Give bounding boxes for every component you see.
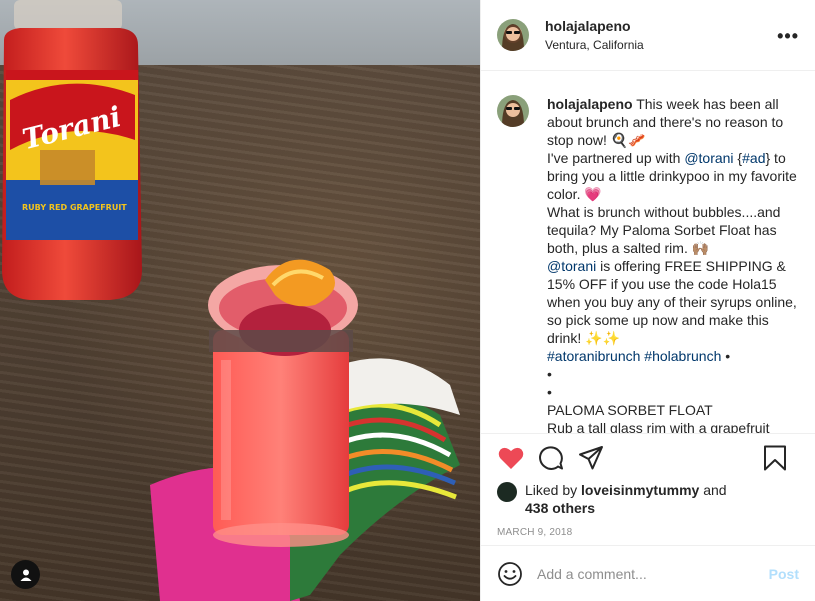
hashtag-link[interactable]: #atoranibrunch	[547, 348, 640, 364]
author-avatar[interactable]	[497, 19, 529, 51]
bottle-label-text: RUBY RED GRAPEFRUIT	[22, 203, 127, 212]
mention-link[interactable]: @torani	[547, 258, 596, 274]
caption-text: •	[547, 366, 552, 382]
caption-text: •	[721, 348, 731, 364]
hashtag-link[interactable]: #holabrunch	[644, 348, 721, 364]
post-dialog: Torani RUBY RED GRAPEFRUIT holajalapeno …	[0, 0, 815, 601]
share-icon[interactable]	[577, 444, 605, 472]
post-actions	[481, 433, 815, 481]
likes-others-link[interactable]: 438 others	[525, 500, 595, 516]
more-options-icon[interactable]: •••	[777, 26, 799, 47]
caption-text: PALOMA SORBET FLOAT	[547, 402, 713, 418]
hashtag-link[interactable]: #ad	[742, 150, 765, 166]
liker-avatar[interactable]	[497, 482, 517, 502]
caption-text: Rub a tall glass rim with a grapefruit	[547, 420, 770, 433]
likes-prefix: Liked by	[525, 482, 582, 498]
author-username[interactable]: holajalapeno	[545, 18, 644, 34]
smile-icon[interactable]	[497, 561, 523, 587]
post-side-panel: holajalapeno Ventura, California ••• hol…	[480, 0, 815, 601]
caption-text: •	[547, 384, 552, 400]
post-comment-button[interactable]: Post	[769, 566, 799, 582]
caption-text: {	[733, 150, 743, 166]
liker-username[interactable]: loveisinmytummy	[581, 482, 699, 498]
caption-text: What is brunch without bubbles....and te…	[547, 204, 781, 256]
caption-username[interactable]: holajalapeno	[547, 96, 633, 112]
comment-icon[interactable]	[537, 444, 565, 472]
post-location[interactable]: Ventura, California	[545, 38, 644, 52]
caption-text: I've partnered up with	[547, 150, 685, 166]
caption-area: holajalapeno This week has been all abou…	[481, 71, 815, 433]
likes-and: and	[699, 482, 727, 498]
comment-form: Post	[481, 545, 815, 601]
cocktail-glass-image	[208, 259, 358, 547]
post-header: holajalapeno Ventura, California •••	[481, 0, 815, 71]
heart-icon[interactable]	[497, 444, 525, 472]
user-tag-icon[interactable]	[11, 560, 40, 589]
comment-input[interactable]	[537, 565, 769, 582]
post-date[interactable]: MARCH 9, 2018	[481, 519, 815, 545]
bookmark-icon[interactable]	[761, 444, 789, 472]
post-photo[interactable]: Torani RUBY RED GRAPEFRUIT	[0, 0, 480, 601]
syrup-bottle-image: Torani RUBY RED GRAPEFRUIT	[2, 0, 142, 300]
mention-link[interactable]: @torani	[684, 150, 733, 166]
post-caption: holajalapeno This week has been all abou…	[547, 95, 799, 433]
likes-summary: Liked by loveisinmytummy and 438 others	[481, 481, 815, 519]
caption-author-avatar[interactable]	[497, 95, 529, 127]
